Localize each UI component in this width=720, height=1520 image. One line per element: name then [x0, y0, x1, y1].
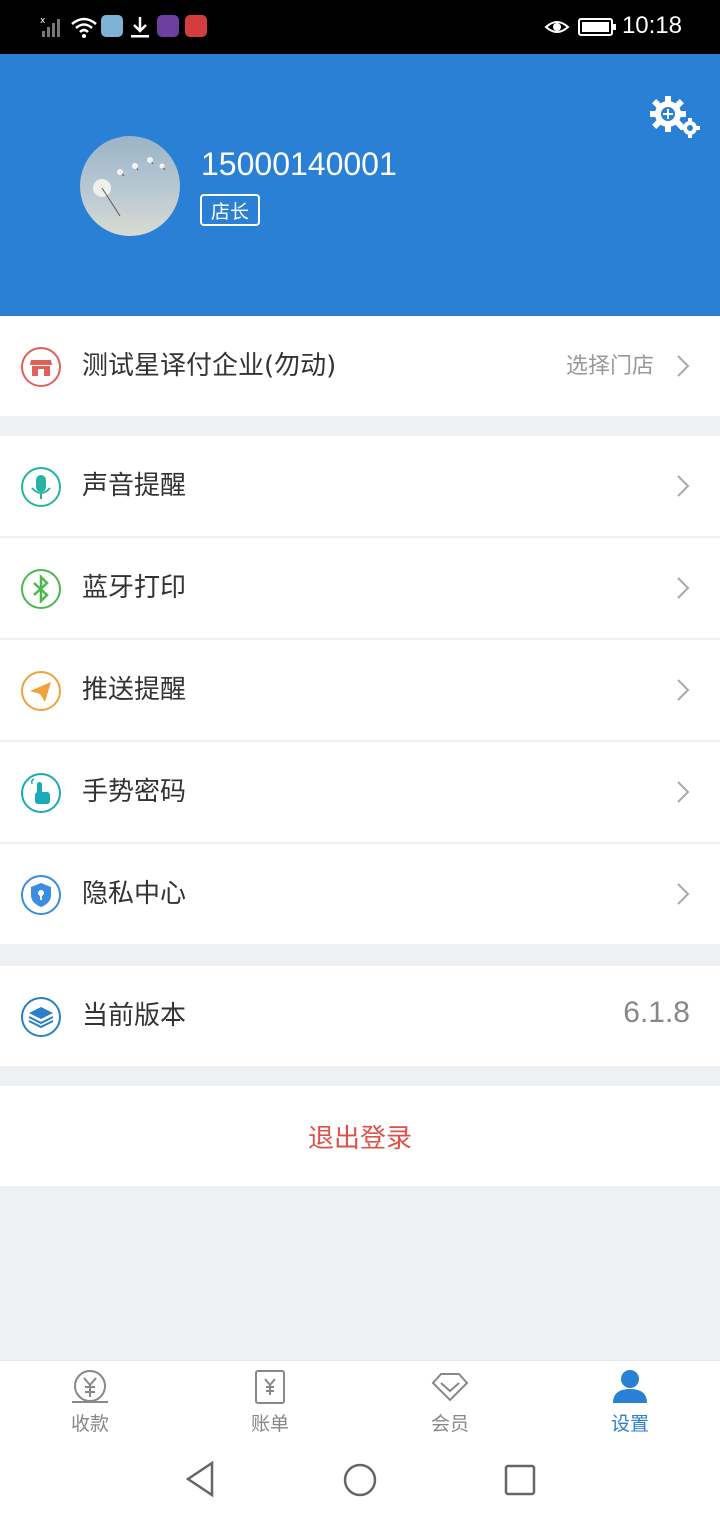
menu-item-sound-reminder[interactable]: 声音提醒 [0, 436, 720, 536]
layers-icon [21, 997, 61, 1037]
status-time: 10:18 [621, 12, 682, 39]
menu-item-label: 手势密码 [82, 777, 187, 807]
settings-gear-icon[interactable] [648, 94, 702, 140]
store-name: 测试星译付企业(勿动) [82, 351, 337, 381]
menu-item-push-reminder[interactable]: 推送提醒 [0, 640, 720, 740]
select-store-link[interactable]: 选择门店 [566, 352, 654, 382]
chevron-right-icon [677, 679, 690, 701]
status-bar: x 10:18 [0, 0, 720, 54]
version-value: 6.1.8 [623, 996, 690, 1029]
version-label: 当前版本 [82, 1001, 187, 1031]
menu-item-label: 推送提醒 [82, 675, 187, 705]
user-phone: 15000140001 [201, 146, 397, 182]
logout-button[interactable]: 退出登录 [0, 1086, 720, 1186]
battery-icon [578, 18, 616, 36]
app-notification-icon [101, 15, 123, 37]
tab-collect[interactable]: 收款 [0, 1361, 180, 1441]
menu-item-label: 隐私中心 [82, 879, 187, 909]
tab-members[interactable]: 会员 [360, 1361, 540, 1441]
menu-item-label: 蓝牙打印 [82, 573, 187, 603]
app-notification-icon [185, 15, 207, 37]
svg-text:x: x [40, 16, 46, 26]
eye-icon [544, 21, 570, 33]
chevron-right-icon [677, 475, 690, 497]
menu-item-privacy-center[interactable]: 隐私中心 [0, 844, 720, 944]
menu-item-gesture-password[interactable]: 手势密码 [0, 742, 720, 842]
wifi-icon [71, 17, 97, 38]
avatar[interactable] [80, 136, 180, 236]
signal-icon: x [40, 16, 60, 37]
recents-icon[interactable] [504, 1464, 536, 1496]
tab-label: 账单 [250, 1413, 289, 1435]
back-icon[interactable] [184, 1460, 218, 1498]
bluetooth-icon [21, 569, 61, 609]
store-icon [21, 347, 61, 387]
tab-label: 会员 [430, 1413, 469, 1435]
menu-item-label: 声音提醒 [82, 471, 187, 501]
role-badge: 店长 [200, 194, 261, 226]
microphone-icon [21, 467, 61, 507]
tab-bills[interactable]: 账单 [180, 1361, 360, 1441]
menu-item-bluetooth-print[interactable]: 蓝牙打印 [0, 538, 720, 638]
chevron-right-icon [677, 883, 690, 905]
paper-plane-icon [21, 671, 61, 711]
chevron-right-icon [677, 781, 690, 803]
tab-settings[interactable]: 设置 [540, 1361, 720, 1441]
tab-label: 收款 [70, 1413, 109, 1435]
logout-label: 退出登录 [307, 1124, 412, 1154]
version-row: 当前版本 6.1.8 [0, 966, 720, 1066]
tab-label: 设置 [610, 1413, 649, 1435]
download-icon [131, 17, 149, 38]
system-navigation-bar [0, 1440, 720, 1520]
chevron-right-icon [677, 577, 690, 599]
chevron-right-icon [677, 355, 690, 377]
app-notification-icon [157, 15, 179, 37]
diamond-icon [431, 1373, 469, 1402]
bill-icon [255, 1370, 285, 1404]
user-icon [613, 1370, 647, 1403]
dandelion-image [93, 157, 166, 217]
hand-touch-icon [21, 773, 61, 813]
shield-icon [21, 875, 61, 915]
home-icon[interactable] [342, 1462, 378, 1498]
store-row[interactable]: 测试星译付企业(勿动) 选择门店 [0, 316, 720, 416]
bottom-tab-bar: 收款 账单 会员 设置 [0, 1360, 720, 1441]
yen-coin-icon [72, 1370, 108, 1403]
